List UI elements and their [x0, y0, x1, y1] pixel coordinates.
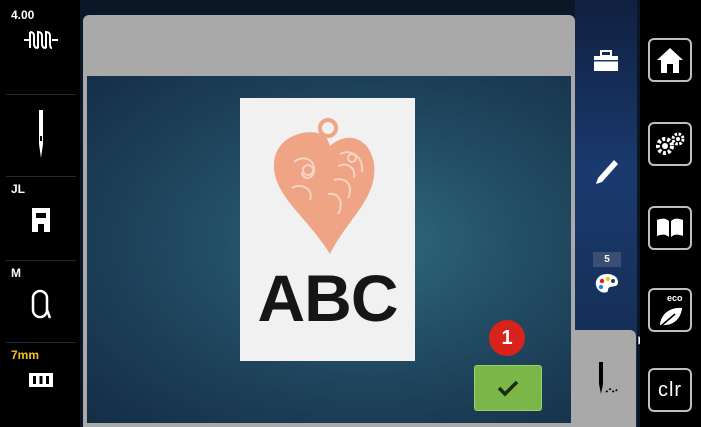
embroidery-needle-icon — [599, 362, 619, 394]
gears-icon — [656, 132, 685, 155]
eco-mode-button[interactable]: eco — [648, 288, 692, 332]
hoop-indicator[interactable]: M — [8, 264, 74, 340]
eco-label: eco — [667, 293, 683, 303]
stitch-width-value: 4.00 — [11, 8, 35, 22]
presser-foot-label: JL — [11, 182, 26, 196]
color-palette-icon[interactable] — [594, 272, 620, 296]
needle-icon — [39, 110, 43, 158]
callout-marker: 1 — [489, 320, 525, 356]
divider — [6, 342, 76, 343]
layer-count-badge: 5 — [593, 252, 621, 267]
thread-tension-icon — [24, 30, 58, 49]
embroidery-screen: 4.00 JL M 7mm ABC 1 5 eco clr — [0, 0, 701, 427]
left-status-bar: 4.00 JL M 7mm — [0, 0, 80, 427]
stitch-width-indicator[interactable]: 4.00 — [8, 6, 74, 92]
top-toolbar — [83, 15, 575, 73]
needle-indicator[interactable] — [8, 98, 74, 174]
folder-icon[interactable] — [593, 50, 619, 72]
feed-dog-icon — [29, 373, 53, 387]
bobbin-indicator[interactable]: 7mm — [8, 346, 74, 408]
setup-button[interactable] — [648, 122, 692, 166]
home-button[interactable] — [648, 38, 692, 82]
hoop-size-label: M — [11, 266, 21, 280]
clear-button[interactable]: clr — [648, 368, 692, 412]
confirm-button[interactable] — [474, 365, 542, 411]
presser-foot-indicator[interactable]: JL — [8, 180, 74, 258]
hoop-icon — [31, 289, 52, 319]
divider — [6, 260, 76, 261]
pencil-icon[interactable] — [594, 158, 620, 186]
embroidery-mode-tab[interactable] — [574, 330, 636, 427]
clear-label: clr — [657, 378, 683, 401]
home-icon — [657, 48, 683, 73]
design-text: ABC — [257, 261, 399, 335]
divider — [6, 94, 76, 95]
bobbin-size-label: 7mm — [11, 348, 40, 362]
divider — [6, 176, 76, 177]
design-preview[interactable]: ABC — [240, 98, 415, 361]
heart-motif — [273, 118, 375, 254]
checkmark-icon — [497, 380, 519, 397]
tutorial-button[interactable] — [648, 206, 692, 250]
leaf-icon — [660, 307, 682, 327]
book-icon — [657, 218, 683, 237]
presser-foot-icon — [32, 208, 50, 232]
